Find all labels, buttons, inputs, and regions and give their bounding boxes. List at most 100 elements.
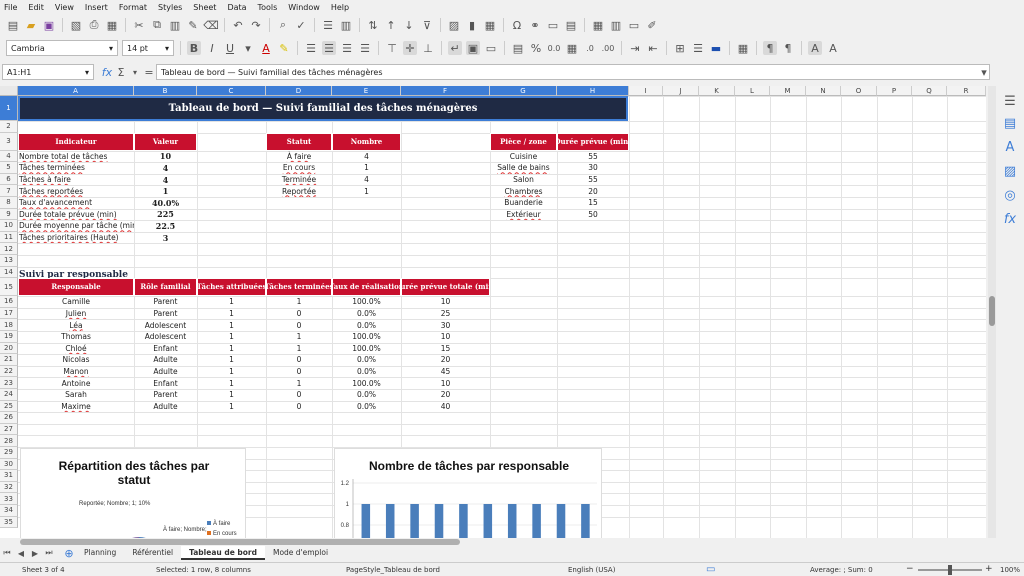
responsible-header[interactable]: Tâches terminées: [266, 278, 332, 297]
sidebar-menu-icon[interactable]: ☰: [999, 90, 1021, 112]
menu-item-edit[interactable]: Edit: [28, 3, 44, 12]
responsible-cell[interactable]: 100.0%: [332, 331, 401, 343]
undo-icon[interactable]: ↶: [231, 18, 245, 32]
responsible-cell[interactable]: Nicolas: [18, 354, 134, 366]
menu-item-window[interactable]: Window: [288, 3, 320, 12]
insert-image-icon[interactable]: ▨: [447, 18, 461, 32]
kpi-label[interactable]: Durée totale prévue (min): [18, 209, 134, 221]
number-format-icon[interactable]: 0.0: [547, 41, 561, 55]
column-header[interactable]: E: [332, 86, 401, 96]
column-header[interactable]: H: [557, 86, 629, 96]
responsible-cell[interactable]: 10: [401, 377, 490, 389]
row-header[interactable]: 1: [0, 96, 18, 121]
responsible-cell[interactable]: 25: [401, 308, 490, 320]
row-header[interactable]: 11: [0, 231, 18, 244]
sheet-tab[interactable]: Mode d'emploi: [265, 546, 336, 560]
column-header[interactable]: R: [947, 86, 986, 96]
responsible-cell[interactable]: 0.0%: [332, 319, 401, 331]
responsible-cell[interactable]: 1: [266, 331, 332, 343]
responsible-cell[interactable]: 10: [401, 296, 490, 308]
responsible-cell[interactable]: 100.0%: [332, 296, 401, 308]
status-header[interactable]: Statut: [266, 132, 332, 151]
zone-duration[interactable]: 30: [557, 162, 629, 174]
autofilter-icon[interactable]: ⊽: [420, 18, 434, 32]
row-header[interactable]: 23: [0, 377, 18, 389]
status-label[interactable]: À faire: [266, 151, 332, 163]
language[interactable]: English (USA): [568, 566, 615, 574]
font-name-combo[interactable]: Cambria ▾: [6, 40, 118, 56]
column-header[interactable]: B: [134, 86, 197, 96]
row-header[interactable]: 18: [0, 319, 18, 331]
name-box[interactable]: A1:H1 ▾: [2, 64, 94, 80]
row-header[interactable]: 24: [0, 389, 18, 401]
kpi-header[interactable]: Indicateur: [18, 132, 134, 151]
currency-format-icon[interactable]: ▤: [511, 41, 525, 55]
column-header[interactable]: C: [197, 86, 266, 96]
row-header[interactable]: 7: [0, 185, 18, 197]
row-header[interactable]: 20: [0, 342, 18, 355]
column-header[interactable]: K: [699, 86, 735, 96]
formula-icon[interactable]: =: [142, 65, 156, 79]
row-header[interactable]: 17: [0, 307, 18, 320]
print-icon[interactable]: ⎙: [87, 18, 101, 32]
horizontal-scroll-thumb[interactable]: [20, 539, 460, 545]
conditional-format-icon[interactable]: ▦: [736, 41, 750, 55]
column-header[interactable]: O: [841, 86, 877, 96]
zoom-level[interactable]: 100%: [1000, 566, 1020, 574]
open-folder-icon[interactable]: ▰: [24, 18, 38, 32]
responsible-cell[interactable]: 1: [197, 331, 266, 343]
responsible-cell[interactable]: Adolescent: [134, 319, 197, 331]
zone-duration[interactable]: 50: [557, 209, 629, 221]
responsible-cell[interactable]: 0.0%: [332, 308, 401, 320]
align-bottom-icon[interactable]: ⊥: [421, 41, 435, 55]
wrap-text-icon[interactable]: ↵: [448, 41, 462, 55]
responsible-cell[interactable]: 0: [266, 389, 332, 401]
column-header[interactable]: N: [806, 86, 841, 96]
row-header[interactable]: 26: [0, 412, 18, 424]
responsible-cell[interactable]: Camille: [18, 296, 134, 308]
row-header[interactable]: 3: [0, 132, 18, 151]
responsible-cell[interactable]: 40: [401, 401, 490, 413]
spreadsheet-grid[interactable]: ABCDEFGHIJKLMNOPQR 1 2 3 4 5 6 7 8 9 10 11 12 13 14 15…: [0, 86, 986, 538]
kpi-value[interactable]: 225: [134, 209, 197, 221]
zone-label[interactable]: Salon: [490, 174, 557, 186]
row-header[interactable]: 16: [0, 296, 18, 308]
responsible-cell[interactable]: 1: [197, 401, 266, 413]
responsible-cell[interactable]: Adulte: [134, 354, 197, 366]
kpi-label[interactable]: Taux d'avancement: [18, 197, 134, 209]
menu-item-file[interactable]: File: [4, 3, 17, 12]
zone-label[interactable]: Chambres: [490, 185, 557, 197]
kpi-value[interactable]: 10: [134, 151, 197, 163]
properties-icon[interactable]: ▤: [999, 112, 1021, 134]
row-header[interactable]: 32: [0, 481, 18, 494]
headers-footers-icon[interactable]: ▤: [564, 18, 578, 32]
sort-icon[interactable]: ⇅: [366, 18, 380, 32]
function-wizard-icon[interactable]: fx: [100, 65, 114, 79]
column-header[interactable]: F: [401, 86, 490, 96]
kpi-label[interactable]: Tâches à faire: [18, 174, 134, 186]
sheet-tab[interactable]: Référentiel: [124, 546, 181, 560]
last-sheet-icon[interactable]: ⏭: [42, 546, 56, 560]
responsible-cell[interactable]: Julien: [18, 308, 134, 320]
borders-icon[interactable]: ⊞: [673, 41, 687, 55]
responsible-cell[interactable]: Maxime: [18, 401, 134, 413]
column-header[interactable]: I: [629, 86, 663, 96]
freeze-rows-columns-icon[interactable]: ▥: [609, 18, 623, 32]
zone-duration[interactable]: 15: [557, 197, 629, 209]
sum-summary[interactable]: Average: ; Sum: 0: [810, 566, 873, 574]
responsible-cell[interactable]: Adulte: [134, 401, 197, 413]
responsible-cell[interactable]: Antoine: [18, 377, 134, 389]
zone-header[interactable]: Pièce / zone: [490, 132, 557, 151]
select-all-corner[interactable]: [0, 86, 18, 96]
copy-icon[interactable]: ⧉: [150, 18, 164, 32]
zoom-slider-handle[interactable]: [948, 565, 952, 575]
selection-mode-icon[interactable]: ▭: [706, 564, 715, 575]
responsible-cell[interactable]: 1: [197, 308, 266, 320]
menu-item-help[interactable]: Help: [331, 3, 349, 12]
text-direction-icon[interactable]: A: [808, 41, 822, 55]
status-header[interactable]: Nombre: [332, 132, 401, 151]
responsible-cell[interactable]: 0: [266, 401, 332, 413]
merge-center-icon[interactable]: ▣: [466, 41, 480, 55]
row-header[interactable]: 30: [0, 458, 18, 471]
responsible-header[interactable]: Rôle familial: [134, 278, 197, 297]
